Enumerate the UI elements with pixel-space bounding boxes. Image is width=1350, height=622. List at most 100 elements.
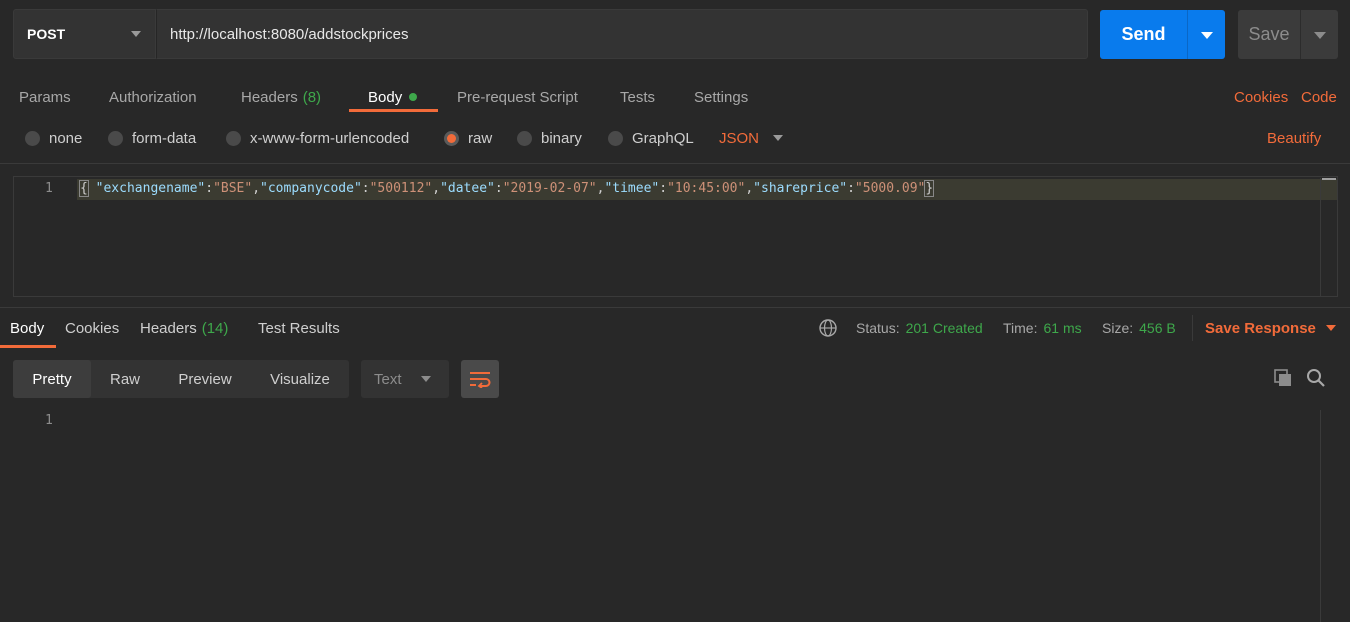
json-key: "timee" bbox=[604, 181, 660, 196]
json-key: "exchangename" bbox=[95, 181, 206, 196]
json-value: "5000.09" bbox=[854, 181, 926, 196]
send-options-button[interactable] bbox=[1187, 10, 1225, 59]
json-value: "10:45:00" bbox=[667, 181, 746, 196]
status-label: Status: bbox=[856, 320, 900, 336]
radio-form-data[interactable]: form-data bbox=[108, 127, 196, 149]
url-text: http://localhost:8080/addstockprices bbox=[170, 25, 409, 43]
tab-label: Test Results bbox=[258, 319, 340, 337]
size-label: Size: bbox=[1102, 320, 1134, 336]
brace-close: } bbox=[924, 180, 935, 197]
status-value: 201 Created bbox=[905, 320, 983, 336]
cookies-link[interactable]: Cookies bbox=[1234, 82, 1288, 112]
raw-format-label: JSON bbox=[719, 129, 760, 147]
mode-pretty[interactable]: Pretty bbox=[13, 360, 91, 398]
response-tab-cookies[interactable]: Cookies bbox=[65, 316, 119, 340]
chevron-down-icon bbox=[421, 376, 431, 382]
radio-label: x-www-form-urlencoded bbox=[250, 129, 410, 147]
radio-circle-icon bbox=[608, 130, 623, 146]
radio-none[interactable]: none bbox=[25, 127, 82, 149]
divider bbox=[0, 307, 1350, 308]
body-indicator-dot bbox=[409, 93, 418, 101]
tab-headers[interactable]: Headers (8) bbox=[241, 82, 321, 112]
radio-raw[interactable]: raw bbox=[444, 127, 492, 149]
globe-icon[interactable] bbox=[818, 318, 838, 342]
tab-label: Settings bbox=[694, 88, 749, 106]
tab-label: Pre-request Script bbox=[457, 88, 578, 106]
tab-label: Authorization bbox=[109, 88, 197, 106]
json-value: "BSE" bbox=[213, 181, 253, 196]
beautify-link[interactable]: Beautify bbox=[1267, 127, 1321, 149]
send-button[interactable]: Send bbox=[1100, 10, 1187, 59]
radio-x-www-form-urlencoded[interactable]: x-www-form-urlencoded bbox=[226, 127, 409, 149]
line-number: 1 bbox=[45, 181, 53, 196]
save-button[interactable]: Save bbox=[1238, 10, 1300, 59]
editor-scrollbar[interactable] bbox=[1320, 178, 1336, 296]
mode-preview[interactable]: Preview bbox=[159, 360, 251, 398]
copy-icon[interactable] bbox=[1273, 368, 1293, 392]
tab-label: Headers bbox=[140, 319, 197, 337]
search-icon[interactable] bbox=[1306, 368, 1326, 392]
radio-label: binary bbox=[541, 129, 582, 147]
tab-body[interactable]: Body bbox=[368, 82, 418, 112]
json-value: "500112" bbox=[369, 181, 433, 196]
headers-count: (8) bbox=[302, 88, 322, 106]
wrap-icon bbox=[470, 372, 491, 388]
tab-label: Headers bbox=[241, 88, 298, 106]
url-input[interactable]: http://localhost:8080/addstockprices bbox=[156, 9, 1088, 59]
size-readout: Size: 456 B bbox=[1102, 316, 1176, 340]
radio-graphql[interactable]: GraphQL bbox=[608, 127, 694, 149]
tab-tests[interactable]: Tests bbox=[620, 82, 655, 112]
radio-label: form-data bbox=[132, 129, 197, 147]
chevron-down-icon bbox=[1325, 325, 1336, 331]
chevron-down-icon bbox=[773, 135, 784, 141]
radio-circle-icon bbox=[226, 130, 241, 146]
mode-visualize[interactable]: Visualize bbox=[251, 360, 349, 398]
time-label: Time: bbox=[1003, 320, 1038, 336]
response-tab-headers[interactable]: Headers (14) bbox=[140, 316, 228, 340]
tab-authorization[interactable]: Authorization bbox=[109, 82, 197, 112]
tab-pre-request-script[interactable]: Pre-request Script bbox=[457, 82, 578, 112]
save-response-button[interactable]: Save Response bbox=[1205, 316, 1336, 340]
radio-label: GraphQL bbox=[632, 129, 694, 147]
scrollbar-thumb[interactable] bbox=[1322, 178, 1336, 180]
request-body-code[interactable]: { "exchangename":"BSE","companycode":"50… bbox=[79, 179, 935, 199]
chevron-down-icon bbox=[1314, 32, 1326, 39]
radio-label: raw bbox=[468, 129, 493, 147]
radio-circle-icon bbox=[108, 130, 123, 146]
wrap-lines-button[interactable] bbox=[461, 360, 499, 398]
json-key: "datee" bbox=[440, 181, 495, 196]
json-key: "companycode" bbox=[260, 181, 362, 196]
status-readout: Status: 201 Created bbox=[856, 316, 983, 340]
method-label: POST bbox=[27, 26, 66, 42]
divider bbox=[0, 163, 1350, 164]
chevron-down-icon bbox=[1201, 32, 1213, 39]
active-tab-indicator bbox=[0, 345, 56, 348]
save-options-button[interactable] bbox=[1300, 10, 1338, 59]
radio-binary[interactable]: binary bbox=[517, 127, 582, 149]
raw-format-select[interactable]: JSON bbox=[719, 127, 784, 149]
method-select[interactable]: POST bbox=[13, 9, 156, 59]
response-tab-test-results[interactable]: Test Results bbox=[258, 316, 340, 340]
save-response-label: Save Response bbox=[1205, 319, 1316, 337]
mode-raw[interactable]: Raw bbox=[91, 360, 159, 398]
time-readout: Time: 61 ms bbox=[1003, 316, 1082, 340]
radio-selected-icon bbox=[444, 130, 459, 146]
code-link[interactable]: Code bbox=[1301, 82, 1337, 112]
response-format-label: Text bbox=[374, 370, 402, 388]
tab-settings[interactable]: Settings bbox=[694, 82, 748, 112]
headers-count: (14) bbox=[201, 319, 229, 337]
brace-open: { bbox=[79, 180, 89, 197]
radio-circle-icon bbox=[25, 130, 40, 146]
response-scrollbar[interactable] bbox=[1320, 410, 1350, 622]
time-value: 61 ms bbox=[1043, 320, 1082, 336]
radio-label: none bbox=[49, 129, 83, 147]
response-format-select[interactable]: Text bbox=[361, 360, 449, 398]
json-key: "shareprice" bbox=[753, 181, 848, 196]
radio-circle-icon bbox=[517, 130, 532, 146]
response-line-number: 1 bbox=[45, 413, 53, 428]
json-value: "2019-02-07" bbox=[502, 181, 597, 196]
tab-label: Cookies bbox=[65, 319, 120, 337]
tab-params[interactable]: Params bbox=[19, 82, 71, 112]
response-tab-body[interactable]: Body bbox=[10, 316, 44, 340]
tab-label: Params bbox=[19, 88, 71, 106]
